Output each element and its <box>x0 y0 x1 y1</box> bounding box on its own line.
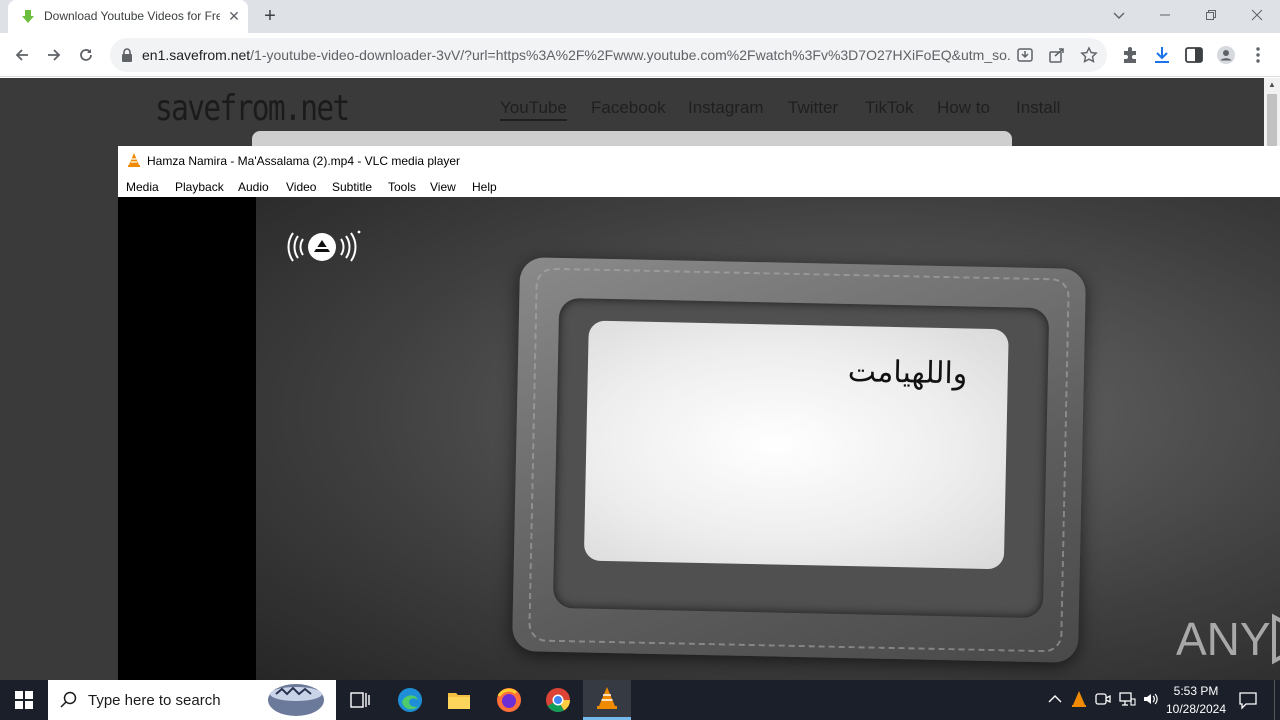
browser-tab[interactable]: Download Youtube Videos for Free ✕ <box>8 0 248 33</box>
nav-link-install[interactable]: Install <box>1016 98 1060 118</box>
scroll-up-icon[interactable]: ▲ <box>1267 80 1277 90</box>
start-button[interactable] <box>0 680 48 720</box>
new-tab-button[interactable]: + <box>258 4 282 28</box>
show-desktop-button[interactable] <box>1274 680 1275 720</box>
wallet-card: واللهيامت <box>583 320 1009 570</box>
chrome-icon[interactable] <box>534 680 582 720</box>
browser-toolbar: en1.savefrom.net/1-youtube-video-downloa… <box>0 33 1280 77</box>
windows-taskbar: Type here to search 5:53 PM 10/28/2024 <box>0 680 1280 720</box>
url-host: en1.savefrom.net <box>142 47 251 63</box>
menu-icon[interactable] <box>1248 45 1268 65</box>
network-icon[interactable] <box>1118 690 1136 708</box>
menu-view[interactable]: View <box>430 180 456 194</box>
nav-link-youtube[interactable]: YouTube <box>500 98 567 121</box>
nav-link-facebook[interactable]: Facebook <box>591 98 666 118</box>
downloads-icon[interactable] <box>1152 45 1172 65</box>
menu-video[interactable]: Video <box>286 180 316 194</box>
url-text[interactable]: en1.savefrom.net/1-youtube-video-downloa… <box>142 47 1012 63</box>
channel-logo-icon <box>287 230 361 262</box>
vlc-window-title: Hamza Namira - Ma'Assalama (2).mp4 - VLC… <box>147 154 461 168</box>
volume-icon[interactable] <box>1142 690 1160 708</box>
taskbar-search-placeholder: Type here to search <box>88 692 221 709</box>
url-path: /1-youtube-video-downloader-3vV/?url=htt… <box>250 47 1012 63</box>
reload-icon[interactable] <box>72 41 100 69</box>
video-frame: واللهيامت ANY RUN <box>256 197 1280 680</box>
search-icon <box>60 691 77 708</box>
vlc-cone-icon <box>128 153 140 167</box>
tab-search-icon[interactable] <box>1096 0 1142 30</box>
menu-tools[interactable]: Tools <box>388 180 416 194</box>
card-arabic-text: واللهيامت <box>847 354 968 392</box>
tab-title: Download Youtube Videos for Free <box>44 9 220 23</box>
show-hidden-icons-icon[interactable] <box>1046 690 1064 708</box>
star-icon[interactable] <box>1080 46 1098 64</box>
nav-link-tiktok[interactable]: TikTok <box>865 98 914 118</box>
clock-time[interactable]: 5:53 PM <box>1166 684 1226 698</box>
tab-close-icon[interactable]: ✕ <box>224 6 244 26</box>
minimize-icon[interactable] <box>1142 0 1188 30</box>
extensions-icon[interactable] <box>1120 45 1140 65</box>
restore-icon[interactable] <box>1188 0 1234 30</box>
watermark-text-any: ANY <box>1176 613 1271 665</box>
browser-tab-strip: Download Youtube Videos for Free ✕ + <box>0 0 1280 33</box>
vlc-title-bar[interactable]: Hamza Namira - Ma'Assalama (2).mp4 - VLC… <box>118 146 1280 176</box>
search-highlight-icon <box>268 684 324 716</box>
vlc-tray-icon[interactable] <box>1070 690 1088 708</box>
forward-icon[interactable] <box>40 41 68 69</box>
watermark-play-icon <box>1272 613 1280 665</box>
menu-audio[interactable]: Audio <box>238 180 269 194</box>
taskbar-search-box[interactable]: Type here to search <box>48 680 336 720</box>
close-window-icon[interactable] <box>1234 0 1280 30</box>
menu-media[interactable]: Media <box>126 180 159 194</box>
firefox-icon[interactable] <box>485 680 533 720</box>
savefrom-favicon-icon <box>22 10 34 23</box>
lock-icon[interactable] <box>121 48 133 62</box>
task-view-icon[interactable] <box>336 680 384 720</box>
clock-date[interactable]: 10/28/2024 <box>1160 702 1232 716</box>
menu-playback[interactable]: Playback <box>175 180 224 194</box>
download-page-icon[interactable] <box>1016 46 1034 64</box>
back-icon[interactable] <box>8 41 36 69</box>
menu-subtitle[interactable]: Subtitle <box>332 180 372 194</box>
edge-icon[interactable] <box>386 680 434 720</box>
meet-now-icon[interactable] <box>1094 690 1112 708</box>
file-explorer-icon[interactable] <box>435 680 483 720</box>
anyrun-watermark: ANY RUN <box>1176 613 1280 665</box>
scroll-thumb[interactable] <box>1267 94 1277 146</box>
address-bar[interactable]: en1.savefrom.net/1-youtube-video-downloa… <box>110 38 1107 72</box>
windows-logo-icon <box>15 691 33 709</box>
video-wallet-image: واللهيامت <box>511 257 1087 663</box>
savefrom-logo[interactable]: savefrom.net <box>155 88 350 129</box>
notifications-icon[interactable] <box>1238 690 1258 710</box>
video-area[interactable]: واللهيامت ANY RUN <box>118 197 1280 680</box>
vlc-taskbar-icon[interactable] <box>583 680 631 720</box>
nav-link-twitter[interactable]: Twitter <box>788 98 838 118</box>
nav-link-instagram[interactable]: Instagram <box>688 98 764 118</box>
profile-icon[interactable] <box>1216 45 1236 65</box>
side-panel-icon[interactable] <box>1184 45 1204 65</box>
wallet-window: واللهيامت <box>552 297 1050 619</box>
nav-link-how-to[interactable]: How to <box>937 98 990 118</box>
menu-help[interactable]: Help <box>472 180 497 194</box>
share-icon[interactable] <box>1048 46 1066 64</box>
vlc-menu-bar: Media Playback Audio Video Subtitle Tool… <box>118 176 1280 197</box>
vlc-window: Hamza Namira - Ma'Assalama (2).mp4 - VLC… <box>118 146 1280 680</box>
